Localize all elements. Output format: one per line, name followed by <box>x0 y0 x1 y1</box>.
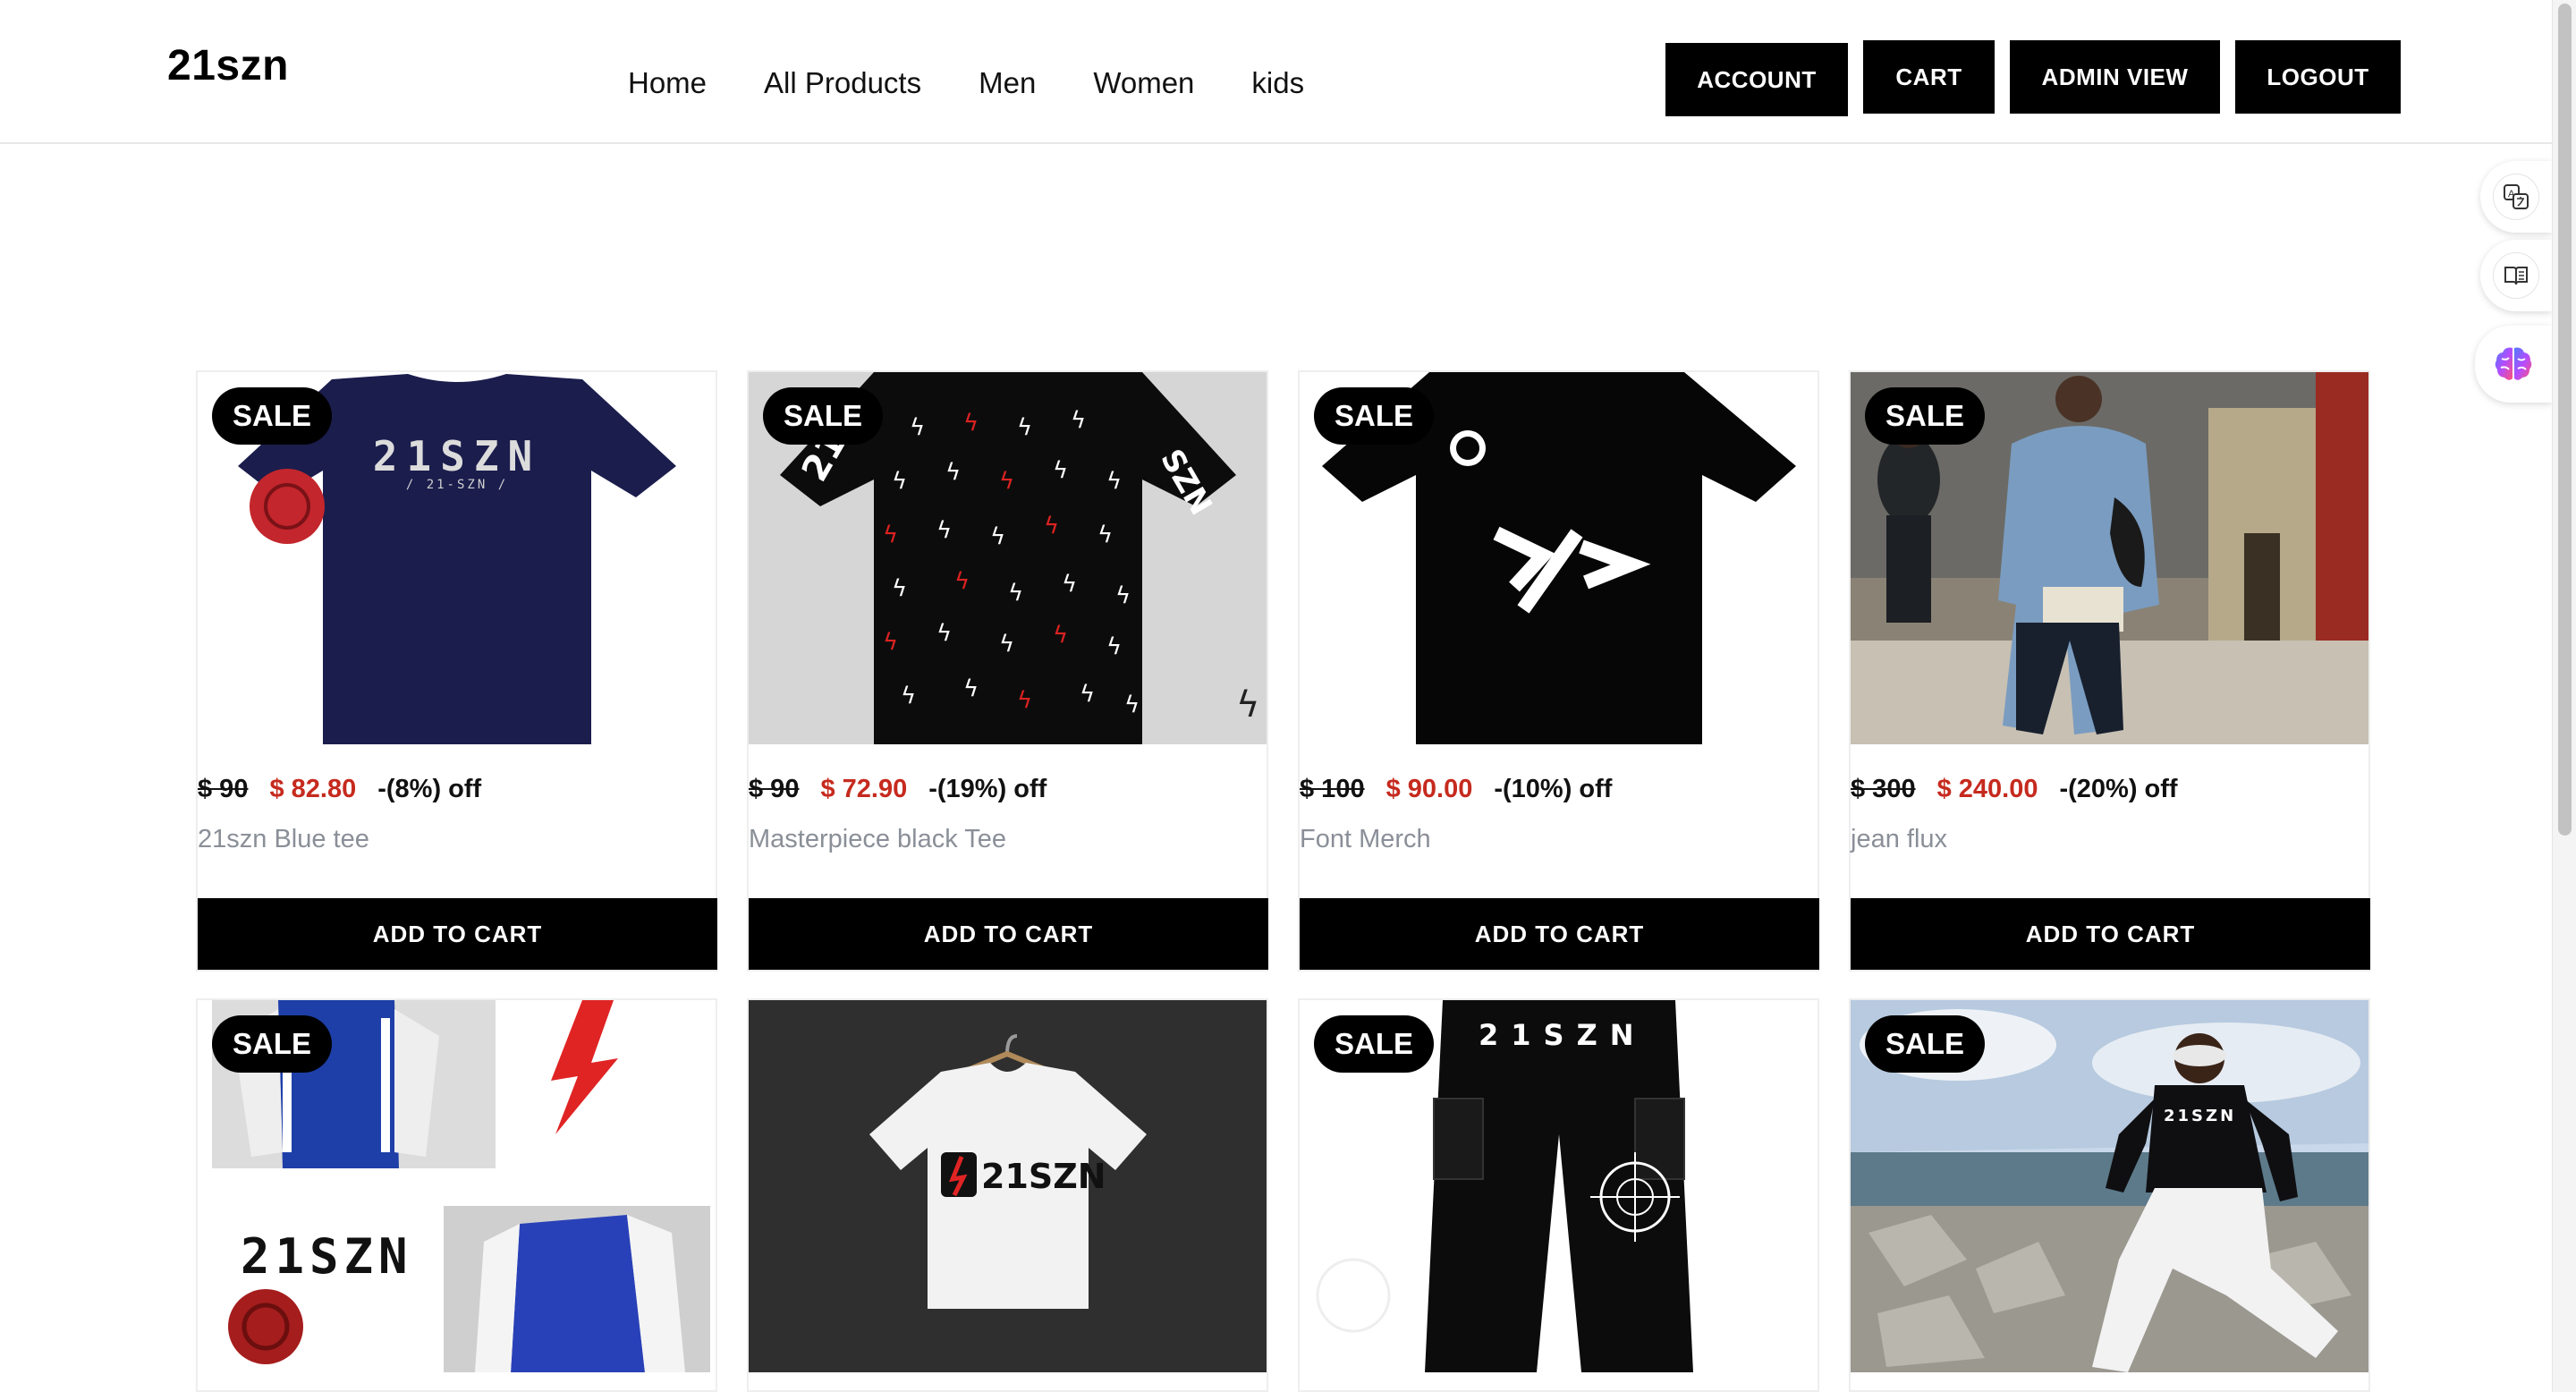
site-header: 21szn Home All Products Men Women kids A… <box>0 0 2552 144</box>
svg-text:ϟ: ϟ <box>910 414 925 441</box>
svg-text:ϟ: ϟ <box>936 620 952 647</box>
old-price: $ 90 <box>749 775 800 803</box>
svg-text:ϟ: ϟ <box>901 683 916 709</box>
reader-tool-button[interactable] <box>2480 240 2552 311</box>
hoodie-print-text: 21SZN <box>2164 1107 2236 1125</box>
svg-text:ϟ: ϟ <box>1044 513 1059 539</box>
pants-print-text: 21SZN <box>1479 1018 1647 1052</box>
svg-text:ϟ: ϟ <box>1017 687 1032 714</box>
old-price: $ 100 <box>1300 775 1365 803</box>
nav-link-men[interactable]: Men <box>979 66 1036 100</box>
old-price: $ 300 <box>1851 775 1916 803</box>
sale-price: $ 90.00 <box>1385 775 1473 803</box>
mockup-print-text: 21SZN <box>981 1157 1106 1196</box>
svg-text:ϟ: ϟ <box>1097 522 1113 548</box>
svg-text:ϟ: ϟ <box>1115 582 1131 609</box>
translate-tool-button[interactable]: A <box>2480 161 2552 233</box>
price-row: $ 90 $ 82.80 -(8%) off <box>198 775 481 804</box>
product-name[interactable]: jean flux <box>1851 825 1947 854</box>
product-card[interactable]: SALE $ 100 $ 90.00 -(10%) off Font Merch A… <box>1298 370 1819 972</box>
svg-text:ϟ: ϟ <box>990 523 1005 550</box>
add-to-cart-button[interactable]: ADD TO CART <box>749 898 1268 970</box>
brand-logo[interactable]: 21szn <box>167 41 289 90</box>
svg-text:ϟ: ϟ <box>1124 692 1140 718</box>
price-row: $ 300 $ 240.00 -(20%) off <box>1851 775 2178 804</box>
svg-text:ϟ: ϟ <box>1106 633 1122 660</box>
discount-label: -(10%) off <box>1494 775 1613 803</box>
svg-text:ϟ: ϟ <box>1008 580 1023 607</box>
svg-text:ϟ: ϟ <box>1062 571 1077 598</box>
svg-text:ϟ: ϟ <box>954 568 970 595</box>
svg-text:ϟ: ϟ <box>945 459 961 486</box>
product-card[interactable]: 21SZN SALE <box>1298 998 1819 1392</box>
sale-badge: SALE <box>1314 1015 1434 1073</box>
main-nav: Home All Products Men Women kids <box>628 66 1361 100</box>
svg-text:ϟ: ϟ <box>1080 681 1095 708</box>
old-price: $ 90 <box>198 775 249 803</box>
logout-button[interactable]: LOGOUT <box>2235 40 2401 114</box>
product-name[interactable]: Masterpiece black Tee <box>749 825 1006 854</box>
svg-text:ϟ: ϟ <box>1236 684 1259 726</box>
sale-badge: SALE <box>212 1015 332 1073</box>
reader-icon <box>2504 267 2528 285</box>
sale-badge: SALE <box>1865 387 1985 445</box>
white-tshirt-mockup[interactable]: 21SZN <box>749 1000 1267 1372</box>
cart-button[interactable]: CART <box>1863 40 1995 114</box>
svg-text:ϟ: ϟ <box>883 629 898 656</box>
nav-link-women[interactable]: Women <box>1093 66 1194 100</box>
tee-print-subtext: / 21-SZN / <box>406 478 508 492</box>
sale-badge: SALE <box>1314 387 1434 445</box>
product-card[interactable]: 21SZN SALE <box>196 998 717 1392</box>
svg-text:ϟ: ϟ <box>999 468 1014 495</box>
product-card[interactable]: ϟϟϟϟ ϟϟϟϟϟ ϟϟϟϟϟ ϟϟϟϟϟ ϟϟϟϟϟ ϟϟϟϟϟ 21 SZ… <box>747 370 1268 972</box>
sale-badge: SALE <box>763 387 883 445</box>
svg-text:ϟ: ϟ <box>1071 407 1086 434</box>
nav-link-all-products[interactable]: All Products <box>764 66 921 100</box>
price-row: $ 90 $ 72.90 -(19%) off <box>749 775 1046 804</box>
svg-text:ϟ: ϟ <box>1053 622 1068 649</box>
discount-label: -(19%) off <box>928 775 1047 803</box>
discount-label: -(8%) off <box>377 775 482 803</box>
svg-text:ϟ: ϟ <box>892 468 907 495</box>
svg-text:ϟ: ϟ <box>963 675 979 702</box>
scrollbar-thumb[interactable] <box>2558 4 2572 836</box>
discount-label: -(20%) off <box>2059 775 2178 803</box>
account-button[interactable]: ACCOUNT <box>1665 43 1848 116</box>
page-scrollbar[interactable] <box>2552 0 2576 1392</box>
svg-text:ϟ: ϟ <box>999 631 1014 658</box>
product-card[interactable]: SALE $ 300 $ 240.00 -(20%) off jean flux A… <box>1849 370 2370 972</box>
svg-text:ϟ: ϟ <box>1017 414 1032 441</box>
product-card[interactable]: 21SZN <box>747 998 1268 1392</box>
svg-text:ϟ: ϟ <box>883 522 898 548</box>
sale-price: $ 72.90 <box>820 775 908 803</box>
sale-price: $ 240.00 <box>1936 775 2038 803</box>
tee-print-text: 21SZN <box>373 432 541 480</box>
add-to-cart-button[interactable]: ADD TO CART <box>1851 898 2370 970</box>
sale-badge: SALE <box>1865 1015 1985 1073</box>
translate-icon: A <box>2504 184 2529 209</box>
ai-tool-button[interactable] <box>2475 326 2552 403</box>
svg-text:ϟ: ϟ <box>963 410 979 437</box>
header-actions: ACCOUNT CART ADMIN VIEW LOGOUT <box>1665 40 2416 116</box>
product-name[interactable]: Font Merch <box>1300 825 1431 854</box>
product-card[interactable]: 21SZN SALE <box>1849 998 2370 1392</box>
sale-price: $ 82.80 <box>269 775 357 803</box>
sale-badge: SALE <box>212 387 332 445</box>
svg-text:ϟ: ϟ <box>1053 457 1068 484</box>
price-row: $ 100 $ 90.00 -(10%) off <box>1300 775 1612 804</box>
svg-text:ϟ: ϟ <box>1106 468 1122 495</box>
collage-brand-text: 21SZN <box>241 1228 413 1285</box>
add-to-cart-button[interactable]: ADD TO CART <box>198 898 717 970</box>
add-to-cart-button[interactable]: ADD TO CART <box>1300 898 1819 970</box>
product-card[interactable]: 21SZN / 21-SZN / SALE $ 90 $ 82.80 -(8%) o… <box>196 370 717 972</box>
brain-icon <box>2495 347 2532 380</box>
svg-text:ϟ: ϟ <box>892 575 907 602</box>
nav-link-home[interactable]: Home <box>628 66 707 100</box>
admin-view-button[interactable]: ADMIN VIEW <box>2010 40 2220 114</box>
product-name[interactable]: 21szn Blue tee <box>198 825 369 854</box>
svg-text:ϟ: ϟ <box>936 517 952 544</box>
nav-link-kids[interactable]: kids <box>1251 66 1304 100</box>
